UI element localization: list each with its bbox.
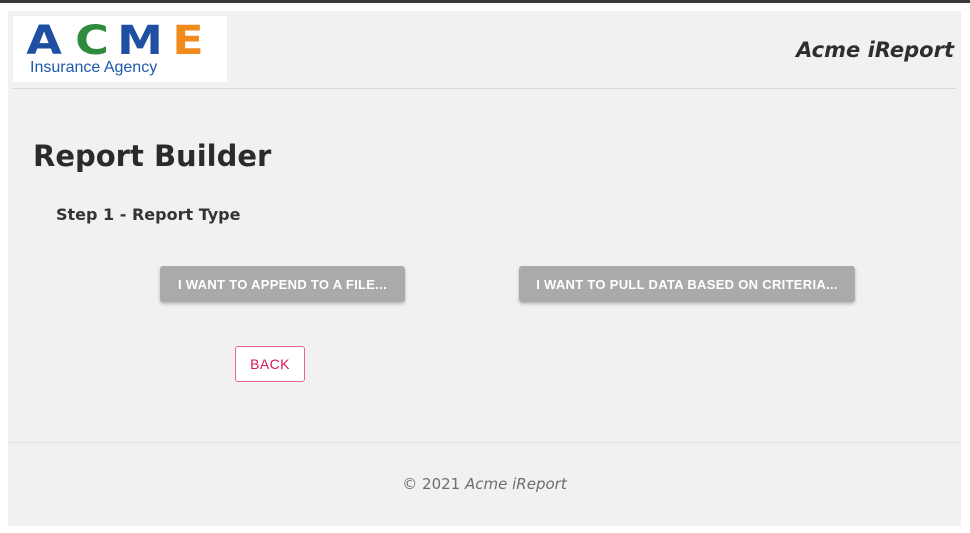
logo-letter-c: C xyxy=(75,18,109,64)
logo-subtitle: Insurance Agency xyxy=(30,59,158,76)
footer-copyright: © 2021 xyxy=(402,475,461,493)
pull-data-by-criteria-button[interactable]: I WANT TO PULL DATA BASED ON CRITERIA... xyxy=(519,266,855,302)
page-title: Report Builder xyxy=(33,139,272,173)
acme-logo[interactable]: A C M E Insurance Agency xyxy=(13,16,227,82)
footer-divider xyxy=(8,442,961,443)
logo-letter-a: A xyxy=(26,18,62,64)
footer-app-name: Acme iReport xyxy=(465,475,567,493)
append-to-file-button[interactable]: I WANT TO APPEND TO A FILE... xyxy=(160,266,405,302)
back-button[interactable]: BACK xyxy=(235,346,305,382)
step-title: Step 1 - Report Type xyxy=(56,205,241,224)
app-title: Acme iReport xyxy=(796,38,954,62)
footer: © 2021 Acme iReport xyxy=(8,475,961,493)
page-container: A C M E Insurance Agency Acme iReport Re… xyxy=(8,11,961,526)
top-border xyxy=(0,0,970,3)
header: A C M E Insurance Agency Acme iReport xyxy=(13,11,956,89)
logo-letter-e: E xyxy=(172,18,204,64)
logo-wordmark: A C M E xyxy=(21,21,211,61)
logo-letter-m: M xyxy=(117,18,163,64)
